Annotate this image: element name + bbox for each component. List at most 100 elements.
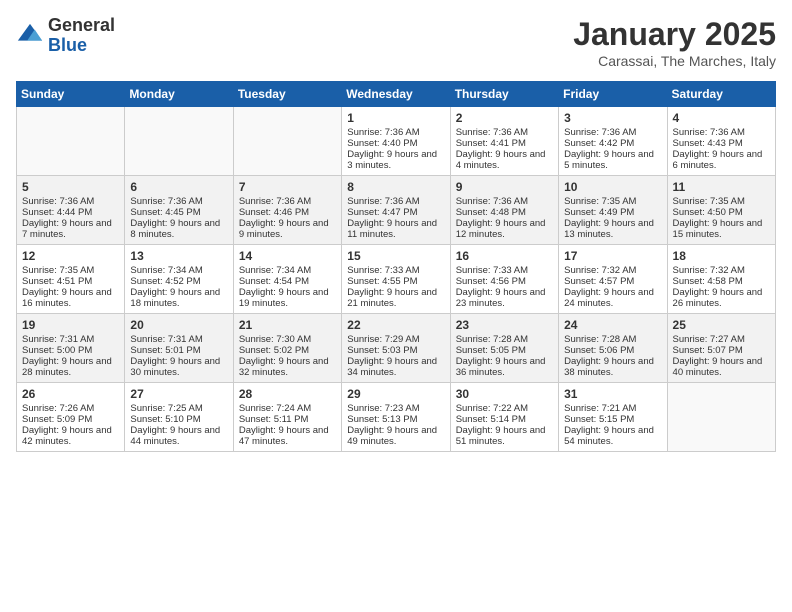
calendar-cell: 29Sunrise: 7:23 AMSunset: 5:13 PMDayligh… (342, 383, 450, 452)
calendar-cell: 1Sunrise: 7:36 AMSunset: 4:40 PMDaylight… (342, 107, 450, 176)
week-row-2: 12Sunrise: 7:35 AMSunset: 4:51 PMDayligh… (17, 245, 776, 314)
calendar-cell: 9Sunrise: 7:36 AMSunset: 4:48 PMDaylight… (450, 176, 558, 245)
day-number: 28 (239, 387, 336, 401)
calendar-cell: 11Sunrise: 7:35 AMSunset: 4:50 PMDayligh… (667, 176, 775, 245)
calendar-cell: 10Sunrise: 7:35 AMSunset: 4:49 PMDayligh… (559, 176, 667, 245)
day-info: Sunrise: 7:34 AM (130, 265, 227, 276)
day-info: Daylight: 9 hours and 7 minutes. (22, 218, 119, 240)
day-number: 3 (564, 111, 661, 125)
calendar-cell: 26Sunrise: 7:26 AMSunset: 5:09 PMDayligh… (17, 383, 125, 452)
day-number: 16 (456, 249, 553, 263)
day-info: Daylight: 9 hours and 18 minutes. (130, 287, 227, 309)
calendar-cell: 23Sunrise: 7:28 AMSunset: 5:05 PMDayligh… (450, 314, 558, 383)
day-info: Sunset: 4:49 PM (564, 207, 661, 218)
day-info: Daylight: 9 hours and 24 minutes. (564, 287, 661, 309)
day-info: Sunset: 5:03 PM (347, 345, 444, 356)
day-number: 30 (456, 387, 553, 401)
day-info: Sunset: 5:07 PM (673, 345, 770, 356)
calendar-cell (667, 383, 775, 452)
day-info: Daylight: 9 hours and 3 minutes. (347, 149, 444, 171)
calendar-cell: 7Sunrise: 7:36 AMSunset: 4:46 PMDaylight… (233, 176, 341, 245)
day-info: Sunset: 4:52 PM (130, 276, 227, 287)
day-info: Sunset: 4:43 PM (673, 138, 770, 149)
weekday-wednesday: Wednesday (342, 82, 450, 107)
calendar-cell: 13 Sunrise: 7:34 AMSunset: 4:52 PMDayligh… (125, 245, 233, 314)
day-number: 9 (456, 180, 553, 194)
calendar-cell (233, 107, 341, 176)
day-info: Sunrise: 7:36 AM (564, 127, 661, 138)
weekday-friday: Friday (559, 82, 667, 107)
day-number: 31 (564, 387, 661, 401)
day-info: Sunrise: 7:36 AM (22, 196, 119, 207)
day-number: 11 (673, 180, 770, 194)
calendar-cell: 21Sunrise: 7:30 AMSunset: 5:02 PMDayligh… (233, 314, 341, 383)
day-number: 14 (239, 249, 336, 263)
day-number: 5 (22, 180, 119, 194)
day-info: Daylight: 9 hours and 21 minutes. (347, 287, 444, 309)
day-info: Daylight: 9 hours and 40 minutes. (673, 356, 770, 378)
day-info: Sunrise: 7:36 AM (456, 196, 553, 207)
day-info: Sunrise: 7:36 AM (239, 196, 336, 207)
day-info: Sunrise: 7:22 AM (456, 403, 553, 414)
day-info: Daylight: 9 hours and 49 minutes. (347, 425, 444, 447)
logo-icon (16, 22, 44, 50)
day-info: Daylight: 9 hours and 28 minutes. (22, 356, 119, 378)
day-number: 20 (130, 318, 227, 332)
day-info: Daylight: 9 hours and 32 minutes. (239, 356, 336, 378)
day-info: Sunset: 4:45 PM (130, 207, 227, 218)
calendar-cell: 15Sunrise: 7:33 AMSunset: 4:55 PMDayligh… (342, 245, 450, 314)
day-info: Sunset: 5:00 PM (22, 345, 119, 356)
day-info: Sunrise: 7:35 AM (673, 196, 770, 207)
day-info: Daylight: 9 hours and 44 minutes. (130, 425, 227, 447)
day-info: Sunrise: 7:32 AM (564, 265, 661, 276)
day-info: Daylight: 9 hours and 34 minutes. (347, 356, 444, 378)
day-info: Sunset: 4:46 PM (239, 207, 336, 218)
day-info: Sunset: 5:11 PM (239, 414, 336, 425)
week-row-3: 19Sunrise: 7:31 AMSunset: 5:00 PMDayligh… (17, 314, 776, 383)
day-info: Daylight: 9 hours and 23 minutes. (456, 287, 553, 309)
day-info: Daylight: 9 hours and 51 minutes. (456, 425, 553, 447)
calendar-cell: 14Sunrise: 7:34 AMSunset: 4:54 PMDayligh… (233, 245, 341, 314)
title-block: January 2025 Carassai, The Marches, Ital… (573, 16, 776, 69)
calendar-cell: 5Sunrise: 7:36 AMSunset: 4:44 PMDaylight… (17, 176, 125, 245)
weekday-thursday: Thursday (450, 82, 558, 107)
weekday-monday: Monday (125, 82, 233, 107)
day-info: Sunset: 4:40 PM (347, 138, 444, 149)
day-info: Sunrise: 7:33 AM (456, 265, 553, 276)
day-number: 8 (347, 180, 444, 194)
week-row-0: 1Sunrise: 7:36 AMSunset: 4:40 PMDaylight… (17, 107, 776, 176)
weekday-sunday: Sunday (17, 82, 125, 107)
day-number: 15 (347, 249, 444, 263)
calendar-cell: 24Sunrise: 7:28 AMSunset: 5:06 PMDayligh… (559, 314, 667, 383)
day-info: Sunrise: 7:36 AM (347, 127, 444, 138)
calendar-cell (17, 107, 125, 176)
weekday-saturday: Saturday (667, 82, 775, 107)
day-info: Daylight: 9 hours and 36 minutes. (456, 356, 553, 378)
day-info: Sunset: 5:15 PM (564, 414, 661, 425)
day-info: Sunrise: 7:32 AM (673, 265, 770, 276)
day-info: Daylight: 9 hours and 11 minutes. (347, 218, 444, 240)
day-info: Sunrise: 7:35 AM (564, 196, 661, 207)
day-info: Sunset: 4:50 PM (673, 207, 770, 218)
calendar-cell: 25Sunrise: 7:27 AMSunset: 5:07 PMDayligh… (667, 314, 775, 383)
day-info: Sunrise: 7:28 AM (456, 334, 553, 345)
day-number: 13 (130, 249, 227, 263)
day-info: Sunset: 5:06 PM (564, 345, 661, 356)
day-info: Sunrise: 7:25 AM (130, 403, 227, 414)
day-info: Daylight: 9 hours and 38 minutes. (564, 356, 661, 378)
day-info: Sunrise: 7:26 AM (22, 403, 119, 414)
day-info: Sunset: 5:14 PM (456, 414, 553, 425)
day-info: Sunset: 4:41 PM (456, 138, 553, 149)
day-info: Sunrise: 7:24 AM (239, 403, 336, 414)
day-info: Sunset: 5:01 PM (130, 345, 227, 356)
day-info: Sunset: 4:58 PM (673, 276, 770, 287)
day-number: 18 (673, 249, 770, 263)
day-info: Sunrise: 7:27 AM (673, 334, 770, 345)
day-number: 12 (22, 249, 119, 263)
day-info: Sunrise: 7:35 AM (22, 265, 119, 276)
day-number: 2 (456, 111, 553, 125)
day-info: Daylight: 9 hours and 47 minutes. (239, 425, 336, 447)
day-info: Daylight: 9 hours and 16 minutes. (22, 287, 119, 309)
weekday-header-row: SundayMondayTuesdayWednesdayThursdayFrid… (17, 82, 776, 107)
day-info: Daylight: 9 hours and 6 minutes. (673, 149, 770, 171)
